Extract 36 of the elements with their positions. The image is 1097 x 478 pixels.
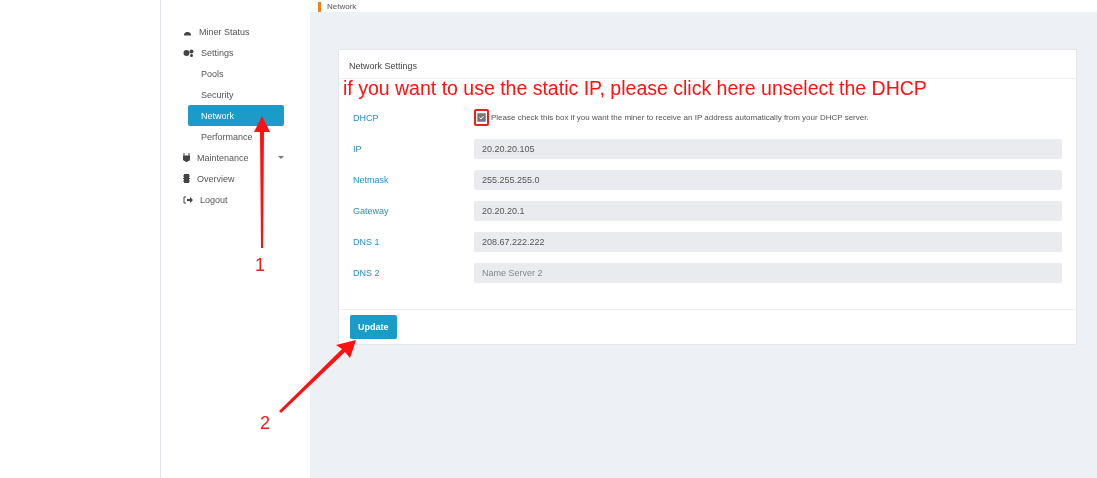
sidebar-item-label: Miner Status	[199, 26, 250, 37]
sidebar-item[interactable]: Logout	[183, 189, 284, 210]
sidebar-item[interactable]: Overview	[183, 168, 284, 189]
sidebar-item[interactable]: Miner Status	[183, 21, 284, 42]
field-label: Netmask	[353, 174, 390, 185]
sidebar-item-label: Logout	[200, 194, 228, 205]
annotation-note: if you want to use the static IP, please click here unselect the DHCP	[343, 77, 927, 100]
gears-icon	[183, 48, 194, 57]
step-number: 2	[260, 413, 270, 434]
dhcp-checkbox[interactable]	[477, 113, 486, 122]
plug-icon	[183, 153, 190, 162]
field-label: DHCP	[353, 112, 380, 123]
breadcrumb-marker	[318, 2, 321, 12]
input-field[interactable]: 208.67.222.222	[474, 231, 1062, 252]
field-label: DNS 2	[353, 267, 381, 278]
field-label: DNS 1	[353, 236, 381, 247]
breadcrumb: Network	[327, 1, 357, 12]
sign-out-icon	[183, 195, 193, 204]
checkmark-icon	[479, 115, 484, 120]
sidebar-subitem[interactable]: Pools	[188, 63, 284, 84]
sidebar-item-label: Settings	[201, 47, 234, 58]
help-text: Please check this box if you want the miner to receive an IP address automatically from your DHCP server.	[491, 113, 869, 122]
sidebar-item-label: Maintenance	[197, 152, 249, 163]
step-number: 1	[255, 255, 265, 276]
chip-icon	[183, 174, 190, 183]
sidebar-item[interactable]: Settings	[183, 42, 284, 63]
field-label: Gateway	[353, 205, 390, 216]
sidebar-subitem[interactable]: Performance	[188, 126, 284, 147]
sidebar-item-label: Overview	[197, 173, 235, 184]
input-field[interactable]: 20.20.20.1	[474, 200, 1062, 221]
input-field[interactable]: 255.255.255.0	[474, 169, 1062, 190]
input-field[interactable]: 20.20.20.105	[474, 138, 1062, 159]
field-label: IP	[353, 143, 363, 154]
input-field[interactable]: Name Server 2	[474, 262, 1062, 283]
sidebar-subitem[interactable]: Security	[188, 84, 284, 105]
card-title: Network Settings	[339, 50, 1076, 79]
